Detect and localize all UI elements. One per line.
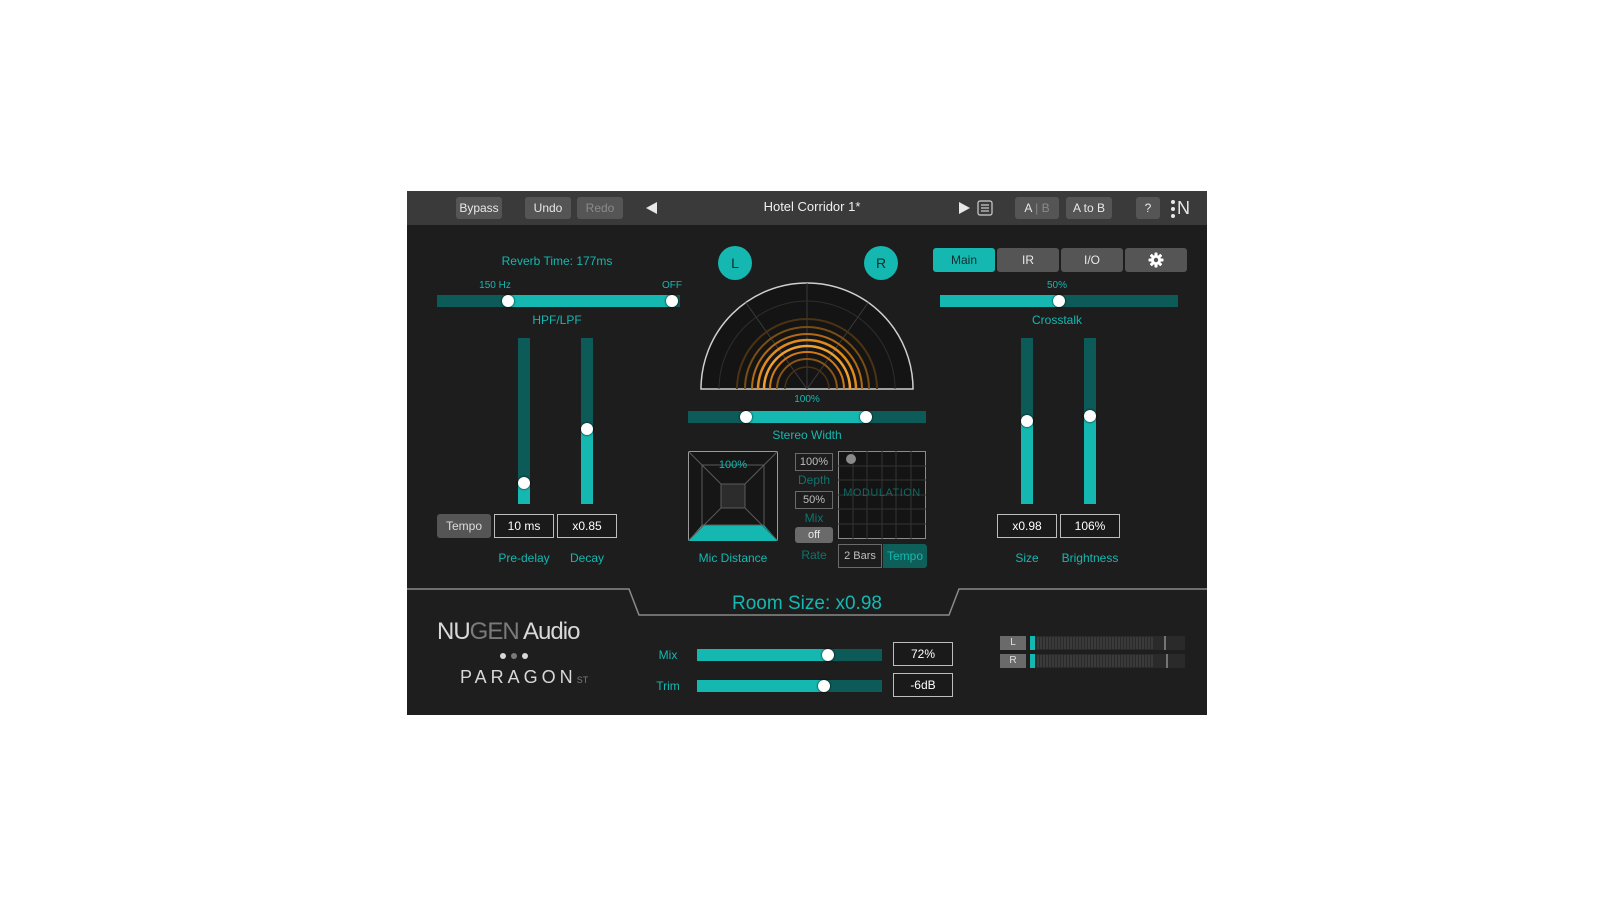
mix-slider[interactable] [697, 649, 882, 661]
size-label: Size [1015, 551, 1039, 565]
stereo-width-value: 100% [794, 394, 820, 405]
hpf-lpf-label: HPF/LPF [532, 313, 582, 327]
stereo-width-range [745, 411, 866, 423]
previous-preset-icon[interactable] [644, 201, 658, 215]
trim-fill [697, 680, 825, 692]
logo-letter: N [1177, 198, 1190, 218]
mic-distance-value: 100% [718, 459, 748, 471]
ab-a-label: A [1024, 201, 1032, 215]
toolbar: Bypass Undo Redo Hotel Corridor 1* A | B… [407, 191, 1207, 225]
size-value-box[interactable]: x0.98 [997, 514, 1057, 538]
brand-gen: GEN [469, 618, 520, 645]
settings-button[interactable] [1125, 248, 1187, 272]
decay-value-box[interactable]: x0.85 [557, 514, 617, 538]
meter-r-label: R [1000, 654, 1026, 668]
ab-b-label: B [1041, 201, 1050, 215]
undo-button[interactable]: Undo [525, 197, 571, 219]
paragon-plugin-window: Bypass Undo Redo Hotel Corridor 1* A | B… [407, 191, 1207, 715]
brightness-slider[interactable] [1084, 338, 1096, 504]
predelay-slider[interactable] [518, 338, 530, 504]
depth-label: Depth [797, 473, 831, 487]
modulation-off-button[interactable]: off [795, 527, 833, 543]
stereo-width-label: Stereo Width [772, 428, 842, 442]
brand-audio: Audio [518, 618, 580, 645]
rate-value-box[interactable]: 2 Bars [838, 544, 882, 568]
reverb-field-display [700, 282, 914, 390]
output-meters [1030, 636, 1185, 668]
left-channel-button[interactable]: L [718, 246, 752, 280]
modulation-label: MODULATION [843, 487, 921, 499]
preset-name[interactable]: Hotel Corridor 1* [697, 199, 927, 214]
crosstalk-slider[interactable] [940, 295, 1178, 307]
preset-list-icon[interactable] [977, 200, 993, 216]
decay-fill [581, 428, 593, 504]
crosstalk-value: 50% [1046, 280, 1067, 291]
nugen-audio-logo: NUGEN Audio [437, 618, 580, 646]
trim-label: Trim [656, 679, 680, 693]
brightness-fill [1084, 416, 1096, 504]
a-to-b-button[interactable]: A to B [1066, 197, 1112, 219]
hpf-value: 150 Hz [479, 280, 511, 291]
right-channel-button[interactable]: R [864, 246, 898, 280]
crosstalk-handle[interactable] [1053, 295, 1065, 307]
stereo-width-slider[interactable] [688, 411, 926, 423]
mod-mix-label: Mix [804, 511, 824, 525]
logo-dots-icon [1171, 200, 1175, 218]
mod-mix-value-box[interactable]: 50% [795, 491, 833, 509]
crosstalk-fill [940, 295, 1059, 307]
predelay-value-box[interactable]: 10 ms [494, 514, 554, 538]
mic-distance-label: Mic Distance [698, 551, 768, 565]
reverb-time-readout: Reverb Time: 177ms [501, 254, 613, 268]
size-fill [1021, 421, 1033, 504]
decay-handle[interactable] [581, 422, 593, 435]
mix-handle[interactable] [821, 649, 834, 661]
gear-icon [1148, 252, 1164, 268]
predelay-label: Pre-delay [498, 551, 550, 565]
decay-label: Decay [569, 551, 604, 565]
brand-nu: NU [437, 618, 471, 645]
tab-io[interactable]: I/O [1061, 248, 1123, 272]
rate-label: Rate [801, 548, 827, 562]
depth-value-box[interactable]: 100% [795, 453, 833, 471]
predelay-handle[interactable] [518, 476, 530, 489]
brand-dots-icon [500, 653, 528, 659]
modulation-handle[interactable] [846, 454, 856, 464]
product-name: PARAGONST [460, 667, 588, 688]
stereo-width-left-handle[interactable] [739, 411, 752, 423]
stereo-width-right-handle[interactable] [859, 411, 872, 423]
size-slider[interactable] [1021, 338, 1033, 504]
mix-fill [697, 649, 828, 661]
help-button[interactable]: ? [1136, 197, 1160, 219]
meter-l-label: L [1000, 636, 1026, 650]
tab-ir[interactable]: IR [997, 248, 1059, 272]
bypass-button[interactable]: Bypass [456, 197, 502, 219]
product-suffix: ST [576, 675, 589, 685]
mix-label: Mix [658, 648, 678, 662]
rate-tempo-button[interactable]: Tempo [883, 544, 927, 568]
ab-separator: | [1035, 201, 1039, 215]
brightness-label: Brightness [1061, 551, 1119, 565]
next-preset-icon[interactable] [958, 201, 972, 215]
lpf-value: OFF [662, 280, 682, 291]
hpf-lpf-range [507, 295, 672, 307]
product-paragon: PARAGON [460, 667, 577, 687]
brightness-value-box[interactable]: 106% [1060, 514, 1120, 538]
tab-main[interactable]: Main [933, 248, 995, 272]
ab-toggle-button[interactable]: A | B [1015, 197, 1059, 219]
crosstalk-label: Crosstalk [1031, 313, 1082, 327]
trim-handle[interactable] [818, 680, 831, 692]
nugen-logo-icon: N [1170, 198, 1194, 220]
decay-slider[interactable] [581, 338, 593, 504]
size-handle[interactable] [1021, 415, 1033, 427]
lpf-handle[interactable] [665, 295, 678, 307]
room-size-readout: Room Size: x0.98 [732, 593, 882, 614]
mix-value-box[interactable]: 72% [893, 642, 953, 666]
trim-slider[interactable] [697, 680, 882, 692]
hpf-handle[interactable] [501, 295, 514, 307]
redo-button[interactable]: Redo [577, 197, 623, 219]
predelay-tempo-button[interactable]: Tempo [437, 514, 491, 538]
trim-value-box[interactable]: -6dB [893, 673, 953, 697]
hpf-lpf-slider[interactable] [437, 295, 680, 307]
